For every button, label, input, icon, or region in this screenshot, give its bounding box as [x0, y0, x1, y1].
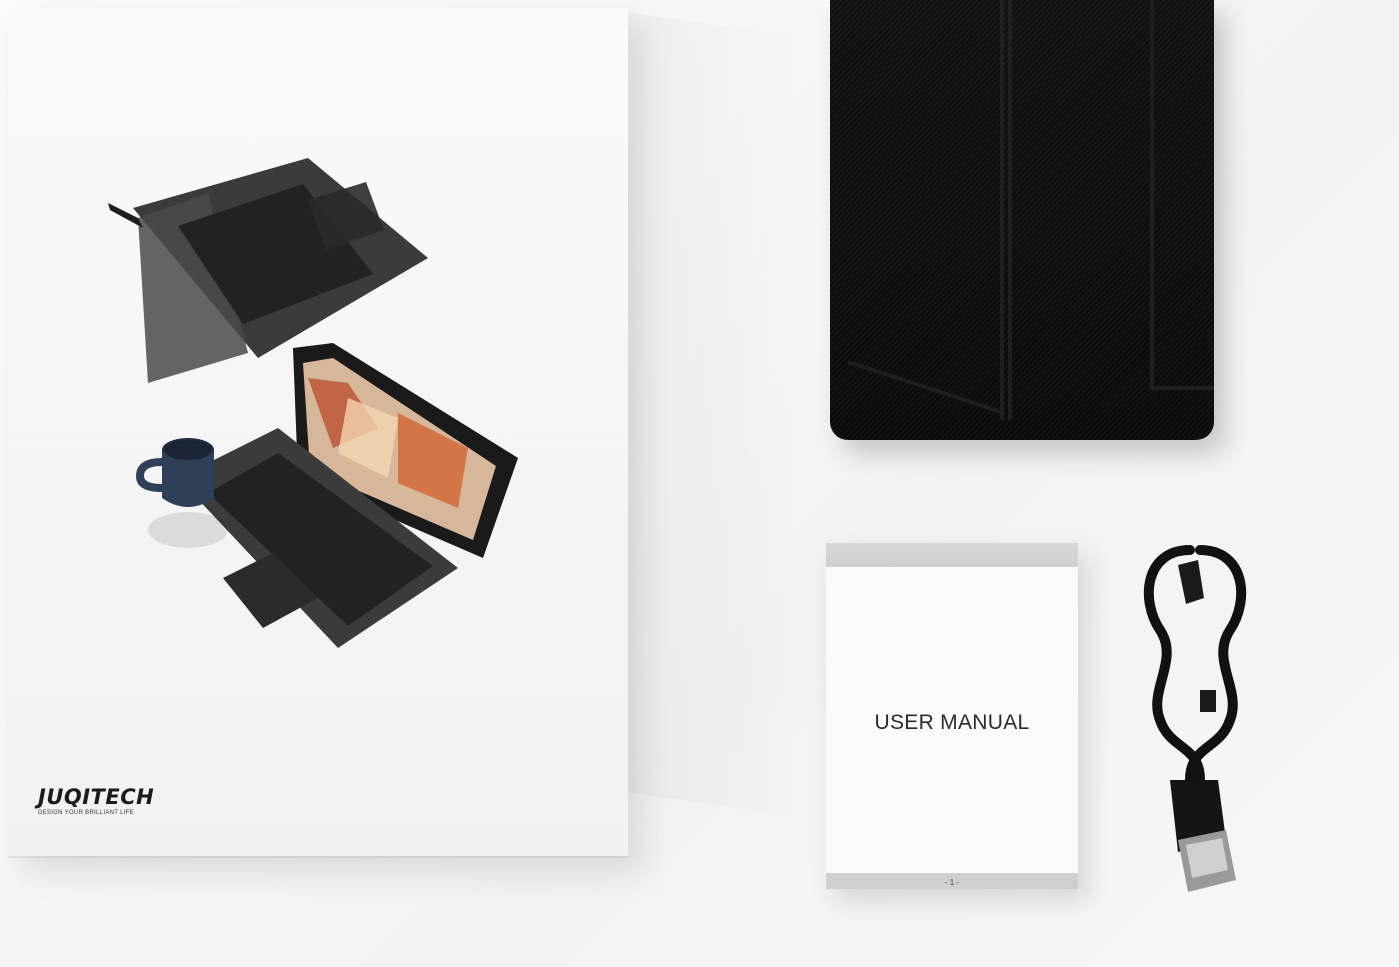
- scene: JUQITECH DESIGN YOUR BRILLIANT LIFE USER…: [0, 0, 1399, 967]
- manual-top-band: [826, 543, 1078, 567]
- brand-logo: JUQITECH DESIGN YOUR BRILLIANT LIFE: [38, 786, 154, 816]
- case-seam: [1150, 386, 1214, 390]
- case-seam: [1008, 0, 1012, 420]
- usb-cable-icon: [1143, 545, 1247, 892]
- brand-tagline: DESIGN YOUR BRILLIANT LIFE: [38, 810, 134, 816]
- case-seam: [1150, 0, 1154, 390]
- box-shadow: [620, 11, 800, 817]
- case-seam: [847, 360, 1001, 414]
- case-seam: [1000, 0, 1004, 420]
- tablet-case: [830, 0, 1214, 440]
- user-manual: USER MANUAL - 1 -: [826, 543, 1078, 889]
- product-box: JUQITECH DESIGN YOUR BRILLIANT LIFE: [8, 8, 628, 856]
- mug-icon: [135, 438, 228, 548]
- brand-name: JUQITECH: [38, 785, 155, 809]
- manual-title: USER MANUAL: [874, 711, 1030, 734]
- manual-page-number: - 1 -: [944, 878, 960, 887]
